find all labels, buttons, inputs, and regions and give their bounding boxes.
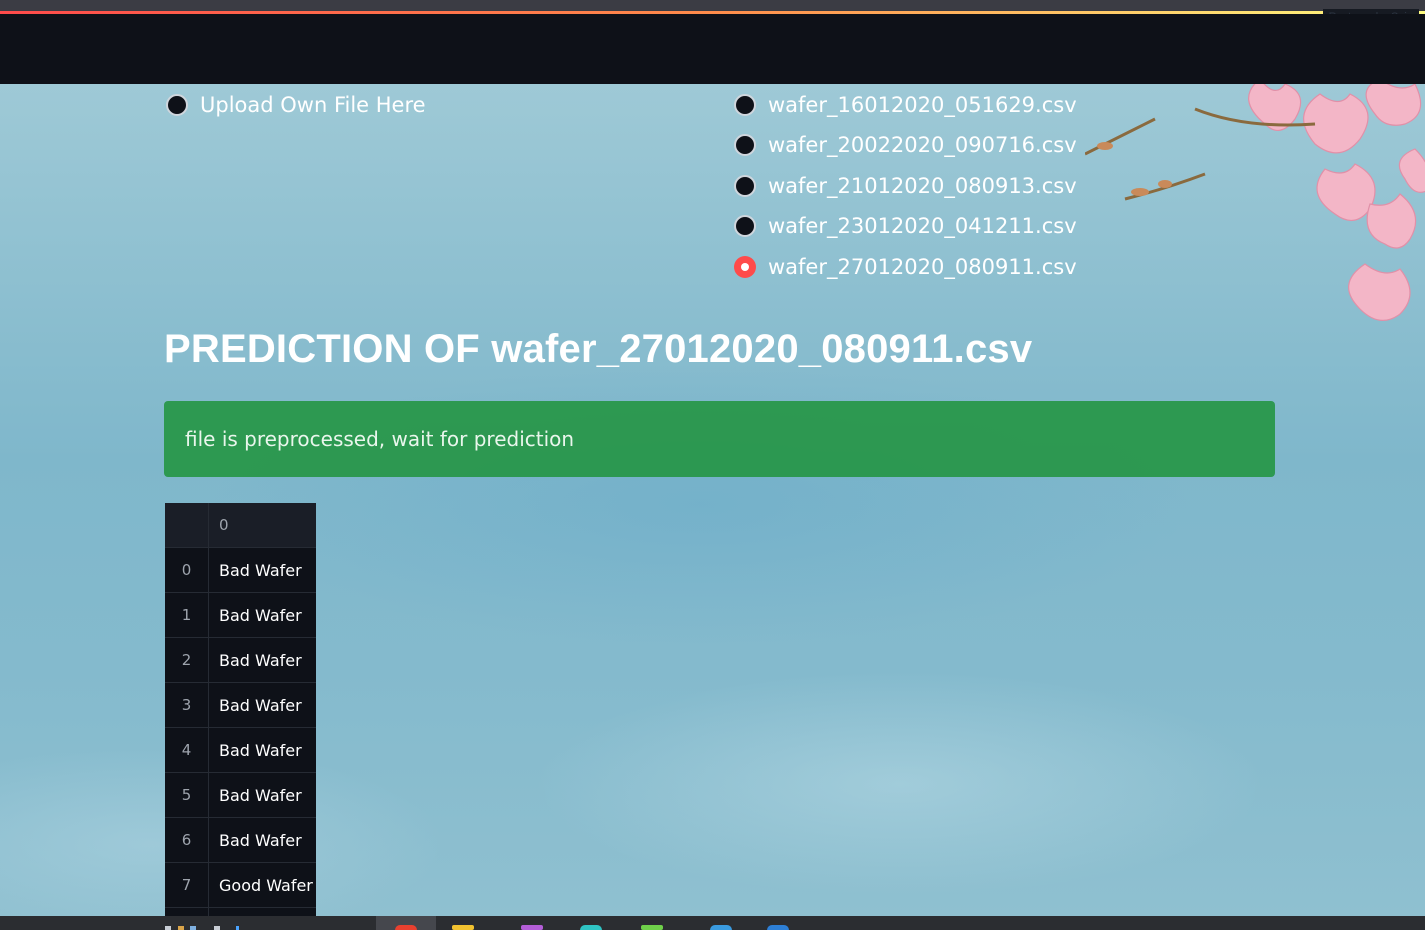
radio-option-label: wafer_21012020_080913.csv <box>768 174 1077 198</box>
radio-option-label: wafer_23012020_041211.csv <box>768 214 1077 238</box>
row-value: Bad Wafer <box>219 605 302 625</box>
row-index: 3 <box>165 683 209 727</box>
table-row-partial <box>165 908 316 916</box>
row-index: 5 <box>165 773 209 817</box>
radio-button-icon[interactable] <box>734 134 756 156</box>
radio-button-icon[interactable] <box>734 94 756 116</box>
row-value: Bad Wafer <box>219 560 302 580</box>
table-row: 2 Bad Wafer <box>165 638 316 683</box>
row-value: Bad Wafer <box>219 740 302 760</box>
radio-option-label: wafer_20022020_090716.csv <box>768 133 1077 157</box>
table-row: 5 Bad Wafer <box>165 773 316 818</box>
taskbar-tray-icon[interactable] <box>190 926 196 930</box>
taskbar-tray-icon[interactable] <box>214 926 220 930</box>
radio-option-file[interactable]: wafer_20022020_090716.csv <box>734 133 1077 157</box>
radio-option-file-selected[interactable]: wafer_27012020_080911.csv <box>734 255 1077 279</box>
radio-button-icon[interactable] <box>734 175 756 197</box>
main-content: Upload Own File Here wafer_16012020_0516… <box>0 84 1425 916</box>
taskbar-tray-icon[interactable] <box>165 926 171 930</box>
table-row: 3 Bad Wafer <box>165 683 316 728</box>
radio-option-file[interactable]: wafer_16012020_051629.csv <box>734 93 1077 117</box>
table-row: 4 Bad Wafer <box>165 728 316 773</box>
app-icon[interactable] <box>710 925 732 930</box>
os-taskbar <box>0 916 1425 930</box>
radio-option-label: wafer_27012020_080911.csv <box>768 255 1077 279</box>
row-value: Bad Wafer <box>219 695 302 715</box>
row-value <box>209 908 316 916</box>
prediction-table[interactable]: 0 0 Bad Wafer 1 Bad Wafer 2 Bad Wafer 3 … <box>165 503 316 916</box>
table-index-header <box>165 503 209 547</box>
radio-option-file[interactable]: wafer_21012020_080913.csv <box>734 174 1077 198</box>
row-index: 0 <box>165 548 209 592</box>
table-column-header[interactable]: 0 <box>209 503 316 547</box>
row-index: 2 <box>165 638 209 682</box>
app-icon[interactable] <box>521 925 543 930</box>
table-row: 1 Bad Wafer <box>165 593 316 638</box>
page-title: PREDICTION OF wafer_27012020_080911.csv <box>164 327 1033 371</box>
app-top-decoration <box>0 0 1425 14</box>
taskbar-tray-icon[interactable] <box>178 926 184 930</box>
app-icon[interactable] <box>580 925 602 930</box>
radio-option-upload[interactable]: Upload Own File Here <box>166 93 426 117</box>
row-index: 1 <box>165 593 209 637</box>
radio-button-icon[interactable] <box>734 215 756 237</box>
radio-option-file[interactable]: wafer_23012020_041211.csv <box>734 214 1077 238</box>
radio-option-label: wafer_16012020_051629.csv <box>768 93 1077 117</box>
table-row: 7 Good Wafer <box>165 863 316 908</box>
row-value: Good Wafer <box>219 875 313 895</box>
row-index: 6 <box>165 818 209 862</box>
row-index: 4 <box>165 728 209 772</box>
taskbar-tray-icon[interactable] <box>236 926 239 930</box>
table-header-row: 0 <box>165 503 316 548</box>
alert-message: file is preprocessed, wait for predictio… <box>185 427 575 451</box>
row-index <box>165 908 209 916</box>
row-value: Bad Wafer <box>219 650 302 670</box>
app-icon[interactable] <box>641 925 663 930</box>
radio-button-icon[interactable] <box>166 94 188 116</box>
app-icon[interactable] <box>767 925 789 930</box>
app-header <box>0 14 1425 84</box>
success-alert: file is preprocessed, wait for predictio… <box>164 401 1275 477</box>
radio-option-label: Upload Own File Here <box>200 93 426 117</box>
chrome-icon[interactable] <box>395 925 417 930</box>
folder-icon[interactable] <box>452 925 474 930</box>
row-value: Bad Wafer <box>219 785 302 805</box>
flowers-decoration <box>1085 84 1425 321</box>
row-value: Bad Wafer <box>219 830 302 850</box>
table-row: 6 Bad Wafer <box>165 818 316 863</box>
table-row: 0 Bad Wafer <box>165 548 316 593</box>
radio-button-selected-icon[interactable] <box>734 256 756 278</box>
row-index: 7 <box>165 863 209 907</box>
